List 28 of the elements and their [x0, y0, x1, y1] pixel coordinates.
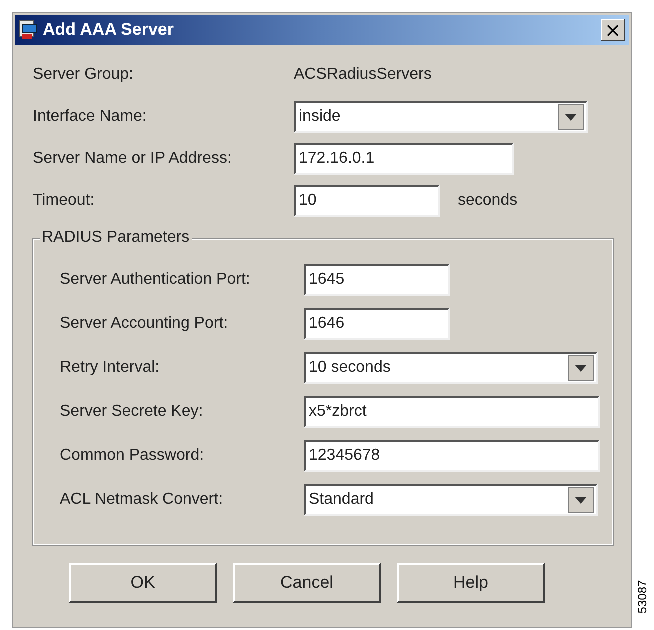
dropdown[interactable]: 10 seconds [304, 352, 598, 384]
input-field[interactable]: 12345678 [304, 440, 600, 472]
input-field[interactable]: 1646 [304, 308, 450, 340]
field-label: Common Password: [60, 447, 206, 465]
dialog-button[interactable]: Cancel [233, 563, 381, 603]
input-field[interactable]: 10 [294, 185, 440, 217]
figure-number: 53087 [636, 580, 650, 614]
input-field[interactable]: 172.16.0.1 [294, 143, 514, 175]
field-label: Server Secrete Key: [60, 403, 204, 421]
field-label: ACL Netmask Convert: [60, 491, 224, 509]
app-icon [19, 20, 39, 40]
field-label: Server Name or IP Address: [33, 150, 233, 168]
field-label: Server Authentication Port: [60, 271, 252, 289]
field-label: Timeout: [33, 192, 96, 210]
field-label: Interface Name: [33, 108, 148, 126]
field-label: Retry Interval: [60, 359, 161, 377]
input-field[interactable]: x5*zbrct [304, 396, 600, 428]
field-label: Server Accounting Port: [60, 315, 230, 333]
window-title: Add AAA Server [43, 20, 175, 40]
dropdown[interactable]: inside [294, 101, 588, 133]
dropdown[interactable]: Standard [304, 484, 598, 516]
input-field[interactable]: 1645 [304, 264, 450, 296]
dialog-button[interactable]: Help [397, 563, 545, 603]
field-value: ACSRadiusServers [294, 66, 432, 84]
close-button[interactable]: × [601, 19, 625, 41]
dialog-button[interactable]: OK [69, 563, 217, 603]
unit-label: seconds [458, 192, 518, 210]
field-label: Server Group: [33, 66, 134, 84]
